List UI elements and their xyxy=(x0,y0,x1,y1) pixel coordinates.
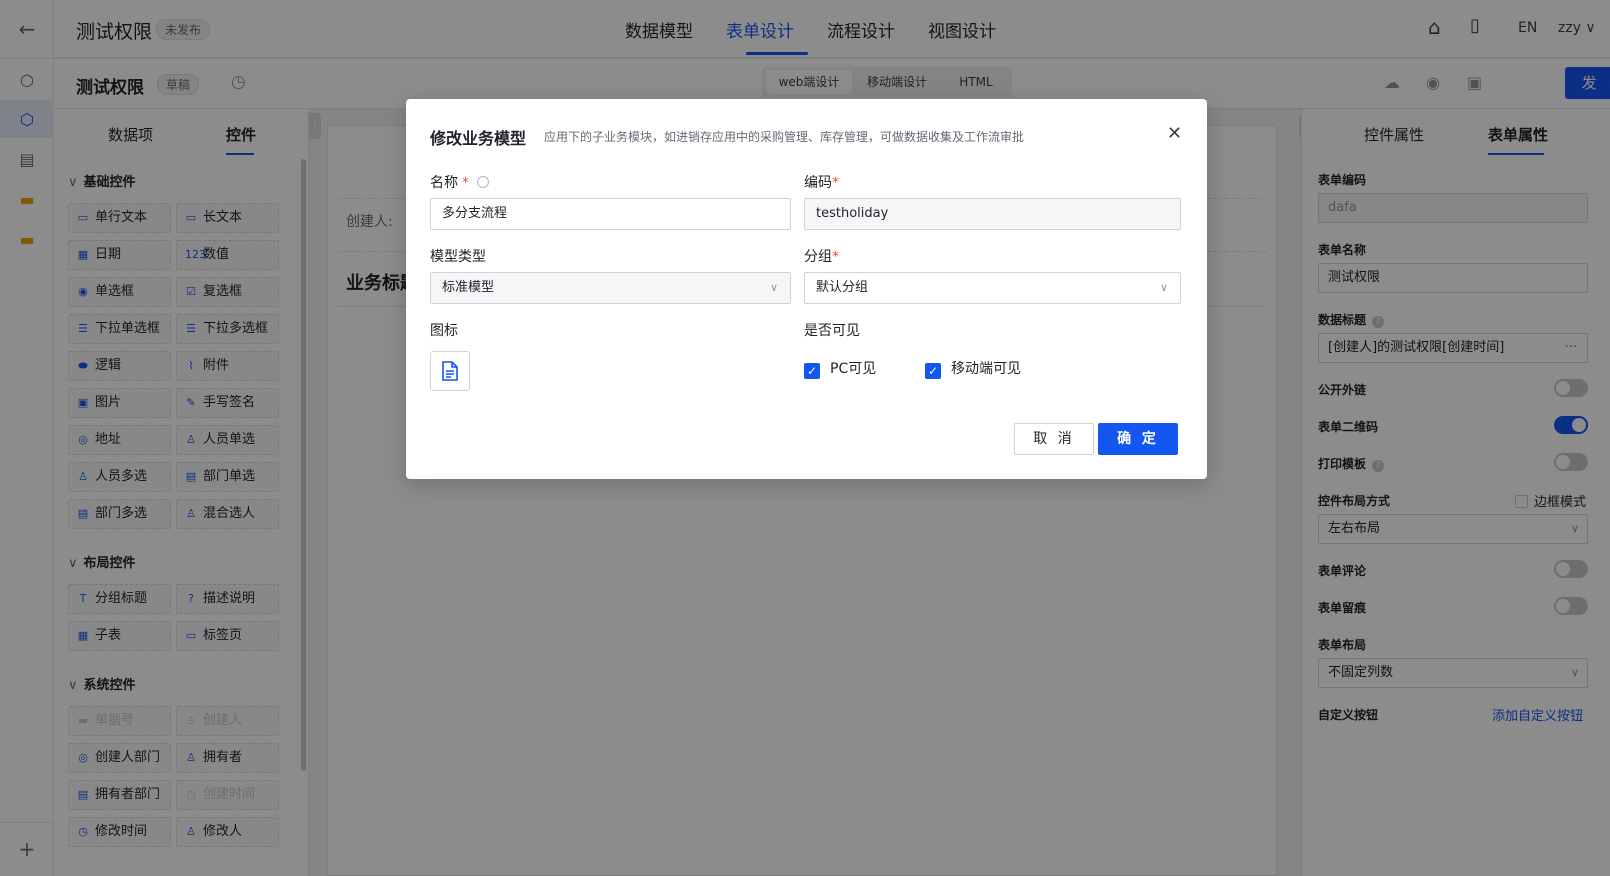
dialog-title: 修改业务模型 xyxy=(430,129,527,148)
mobile-visible-checkbox[interactable]: ✓ 移动端可见 xyxy=(925,358,1021,379)
code-input[interactable]: testholiday xyxy=(804,198,1181,230)
code-label-text: 编码 xyxy=(804,175,832,191)
required-mark: * xyxy=(832,175,839,191)
app-root: ← ○ ⬡ ▤ ▬ ▬ + 测试权限 未发布 数据模型 表单设计 流程设计 视图… xyxy=(0,0,1610,876)
check-icon: ✓ xyxy=(925,363,941,379)
confirm-button[interactable]: 确 定 xyxy=(1098,423,1178,455)
name-label: 名称 * xyxy=(430,172,489,192)
code-label: 编码* xyxy=(804,172,839,192)
close-icon[interactable]: ✕ xyxy=(1167,123,1182,144)
name-label-text: 名称 xyxy=(430,175,458,191)
name-input[interactable]: 多分支流程 xyxy=(430,198,791,230)
cancel-button[interactable]: 取 消 xyxy=(1014,423,1094,455)
globe-icon[interactable] xyxy=(477,176,489,188)
group-select[interactable]: 默认分组 ∨ xyxy=(804,272,1181,304)
icon-label: 图标 xyxy=(430,323,458,339)
dialog-subtitle: 应用下的子业务模块，如进销存应用中的采购管理、库存管理，可做数据收集及工作流审批 xyxy=(544,130,1025,144)
group-label-text: 分组 xyxy=(804,249,832,265)
model-type-value: 标准模型 xyxy=(442,280,495,295)
check-icon: ✓ xyxy=(804,363,820,379)
chevron-down-icon: ∨ xyxy=(769,281,778,294)
required-mark: * xyxy=(462,175,469,191)
group-label: 分组* xyxy=(804,246,839,266)
chevron-down-icon: ∨ xyxy=(1159,281,1168,294)
visible-label: 是否可见 xyxy=(804,323,860,339)
edit-business-model-dialog: 修改业务模型 应用下的子业务模块，如进销存应用中的采购管理、库存管理，可做数据收… xyxy=(406,99,1207,479)
pc-visible-checkbox[interactable]: ✓ PC可见 xyxy=(804,358,876,379)
mobile-visible-label: 移动端可见 xyxy=(951,361,1021,377)
group-value: 默认分组 xyxy=(816,280,869,295)
model-type-label: 模型类型 xyxy=(430,249,486,265)
model-type-select[interactable]: 标准模型 ∨ xyxy=(430,272,791,304)
pc-visible-label: PC可见 xyxy=(830,361,877,377)
required-mark: * xyxy=(832,249,839,265)
icon-picker[interactable] xyxy=(430,351,470,391)
document-icon xyxy=(442,361,458,381)
